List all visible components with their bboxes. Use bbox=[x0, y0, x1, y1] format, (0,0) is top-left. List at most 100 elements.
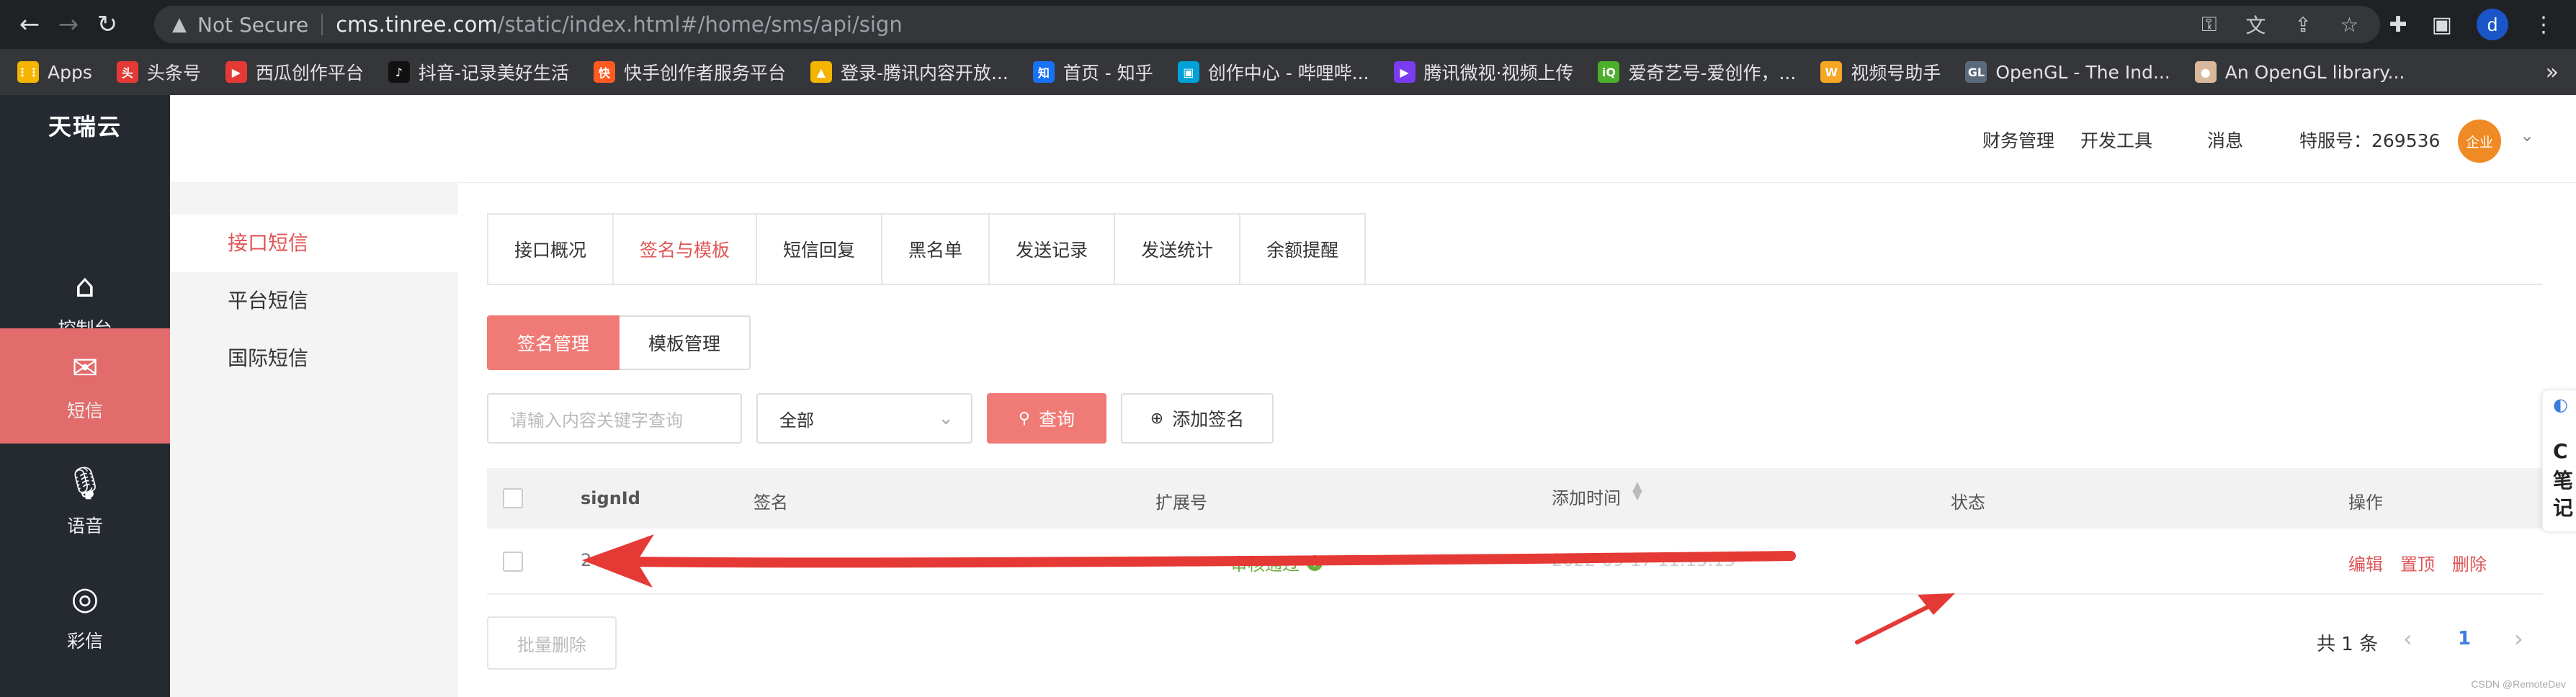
bookmark-item[interactable]: ♪ 抖音-记录美好生活 bbox=[388, 59, 569, 85]
batch-delete-button[interactable]: 批量删除 bbox=[487, 616, 617, 670]
mail-icon: ✉ bbox=[71, 349, 99, 387]
table-row: 2 2022-09-17 11:13:13 审核通过 i 编辑 置顶 删除 bbox=[487, 529, 2543, 595]
prev-page-icon[interactable]: ‹ bbox=[2403, 625, 2412, 652]
bookmark-favicon-icon: 头 bbox=[116, 61, 138, 83]
service-number: 特服号：269536 bbox=[2299, 130, 2441, 151]
bookmark-label: 西瓜创作平台 bbox=[255, 63, 364, 84]
bookmark-item[interactable]: 知首页 - 知乎 bbox=[1032, 59, 1153, 85]
sidebar-item-label: 短信 bbox=[66, 400, 103, 421]
column-add-time[interactable]: 添加时间 bbox=[1552, 484, 1621, 509]
info-icon[interactable]: i bbox=[1307, 554, 1323, 571]
address-bar-actions: ⚿ 文 ⇪ ☆ bbox=[2201, 6, 2358, 43]
not-secure-label: Not Secure bbox=[197, 12, 309, 37]
select-all-checkbox[interactable] bbox=[503, 488, 523, 508]
messages-link[interactable]: 消息 bbox=[2207, 127, 2243, 153]
sign-manage-button[interactable]: 签名管理 bbox=[487, 315, 620, 370]
brand-logo: 天瑞云 bbox=[48, 113, 122, 140]
translate-icon[interactable]: 文 bbox=[2245, 10, 2266, 39]
tab-send-records[interactable]: 发送记录 bbox=[990, 215, 1116, 284]
bookmark-item[interactable]: 快快手创作者服务平台 bbox=[593, 59, 786, 85]
submenu-active-highlight bbox=[170, 215, 458, 272]
delete-link[interactable]: 删除 bbox=[2452, 550, 2487, 575]
cell-status: 审核通过 i bbox=[1230, 550, 1323, 575]
tab-replies[interactable]: 短信回复 bbox=[757, 215, 883, 284]
tab-send-stats[interactable]: 发送统计 bbox=[1115, 215, 1241, 284]
search-input[interactable]: 请输入内容关键字查询 bbox=[487, 393, 742, 444]
tab-balance-alert[interactable]: 余额提醒 bbox=[1240, 215, 1364, 284]
column-sign: 签名 bbox=[753, 493, 788, 513]
tab-overview[interactable]: 接口概况 bbox=[488, 215, 614, 284]
bookmark-label: Apps bbox=[48, 61, 92, 83]
bookmark-item[interactable]: ⋮⋮ Apps bbox=[17, 61, 92, 83]
table-header: signId 签名 扩展号 添加时间 ▲ ▼ 状态 操作 bbox=[487, 468, 2543, 529]
template-manage-button[interactable]: 模板管理 bbox=[620, 315, 751, 370]
sidebar-item-voice[interactable]: 🎙 语音 bbox=[0, 444, 170, 559]
bookmark-favicon-icon: ⋮⋮ bbox=[17, 61, 40, 83]
bookmark-favicon-icon: 快 bbox=[593, 61, 615, 83]
bookmark-item[interactable]: ● An OpenGL library... bbox=[2194, 61, 2405, 83]
bookmark-favicon-icon: ▶ bbox=[1393, 61, 1416, 83]
query-button[interactable]: ⚲ 查询 bbox=[987, 393, 1106, 444]
reload-icon[interactable]: ↻ bbox=[88, 5, 127, 44]
finance-link[interactable]: 财务管理 bbox=[1982, 127, 2054, 153]
warning-icon: ▲ bbox=[172, 14, 187, 35]
bookmark-label: An OpenGL library... bbox=[2224, 61, 2405, 83]
bookmark-item[interactable]: ▶ 腾讯微视·视频上传 bbox=[1393, 59, 1574, 85]
forward-arrow-icon[interactable]: → bbox=[49, 5, 88, 44]
pin-top-link[interactable]: 置顶 bbox=[2400, 550, 2435, 575]
column-extension: 扩展号 bbox=[1155, 493, 1207, 513]
bookmark-label: 创作中心 - 哔哩哔... bbox=[1207, 63, 1369, 84]
cell-signid: 2 bbox=[581, 550, 592, 570]
column-signid: signId bbox=[581, 488, 640, 508]
dev-tools-link[interactable]: 开发工具 bbox=[2080, 127, 2152, 153]
bookmark-item[interactable]: ▣ 创作中心 - 哔哩哔... bbox=[1177, 59, 1369, 85]
address-bar[interactable]: ▲ Not Secure cms.tinree.com/static/index… bbox=[154, 6, 2380, 43]
bookmark-item[interactable]: iQ 爱奇艺号-爱创作，... bbox=[1598, 59, 1796, 85]
sidebar-toggle-icon[interactable]: ▣ bbox=[2432, 12, 2452, 37]
url-path: /static/index.html#/home/sms/api/sign bbox=[497, 12, 903, 37]
bookmark-favicon-icon: 知 bbox=[1032, 61, 1055, 83]
widget-char-1: C bbox=[2553, 439, 2568, 463]
status-select[interactable]: 全部 ⌄ bbox=[756, 393, 972, 444]
home-icon: ⌂ bbox=[75, 267, 95, 305]
bookmark-item[interactable]: W 视频号助手 bbox=[1820, 59, 1941, 85]
widget-char-3: 记 bbox=[2553, 496, 2574, 520]
sidebar-item-sms[interactable]: ✉ 短信 bbox=[0, 328, 170, 444]
bookmarks-overflow-icon[interactable]: » bbox=[2546, 49, 2559, 95]
profile-avatar[interactable]: d bbox=[2477, 9, 2508, 40]
plus-circle-icon: ⊕ bbox=[1150, 409, 1164, 428]
tab-blacklist[interactable]: 黑名单 bbox=[882, 215, 990, 284]
sidebar-item-mms[interactable]: ◎ 彩信 bbox=[0, 559, 170, 674]
row-checkbox[interactable] bbox=[503, 552, 523, 572]
key-icon[interactable]: ⚿ bbox=[2201, 12, 2217, 37]
tab-sign-template[interactable]: 签名与模板 bbox=[614, 215, 758, 284]
chevron-down-icon[interactable]: ⌄ bbox=[2520, 125, 2534, 145]
bookmarks-bar: ⋮⋮ Apps 头头条号 ▶ 西瓜创作平台 ♪ 抖音-记录美好生活 快快手创作者服务平台 ▲ 登录… bbox=[0, 49, 2576, 95]
submenu-item-api-sms[interactable]: 接口短信 bbox=[228, 228, 308, 256]
bookmark-label: 腾讯微视·视频上传 bbox=[1423, 63, 1574, 84]
page-number[interactable]: 1 bbox=[2458, 628, 2471, 649]
bookmark-item[interactable]: ▲ 登录-腾讯内容开放... bbox=[810, 59, 1009, 85]
bookmark-item[interactable]: 头头条号 bbox=[116, 59, 201, 85]
microphone-icon: 🎙 bbox=[65, 465, 105, 502]
submenu-item-platform-sms[interactable]: 平台短信 bbox=[228, 285, 308, 314]
star-icon[interactable]: ☆ bbox=[2340, 13, 2358, 37]
add-sign-button[interactable]: ⊕ 添加签名 bbox=[1121, 393, 1274, 444]
bookmark-label: 首页 - 知乎 bbox=[1063, 63, 1153, 84]
submenu-item-intl-sms[interactable]: 国际短信 bbox=[228, 343, 308, 372]
menu-kebab-icon[interactable]: ⋮ bbox=[2533, 12, 2554, 37]
back-arrow-icon[interactable]: ← bbox=[10, 5, 49, 44]
edit-link[interactable]: 编辑 bbox=[2348, 550, 2383, 575]
extensions-icon[interactable]: ✚ bbox=[2389, 12, 2407, 37]
next-page-icon[interactable]: › bbox=[2514, 625, 2523, 652]
sort-icon[interactable]: ▲ ▼ bbox=[1632, 480, 1642, 502]
note-widget[interactable]: ◐ C 笔 记 bbox=[2541, 389, 2576, 533]
share-icon[interactable]: ⇪ bbox=[2294, 13, 2311, 37]
bookmark-item[interactable]: ▶ 西瓜创作平台 bbox=[225, 59, 364, 85]
sidebar-item-label: 语音 bbox=[66, 516, 103, 536]
company-avatar[interactable]: 企业 bbox=[2458, 120, 2501, 163]
browser-actions: ✚ ▣ d ⋮ bbox=[2389, 7, 2554, 42]
bookmark-item[interactable]: GL OpenGL - The Ind... bbox=[1965, 61, 2170, 83]
sidebar-item-label: 彩信 bbox=[66, 630, 103, 652]
content-tabs: 接口概况 签名与模板 短信回复 黑名单 发送记录 发送统计 余额提醒 bbox=[487, 213, 1367, 284]
